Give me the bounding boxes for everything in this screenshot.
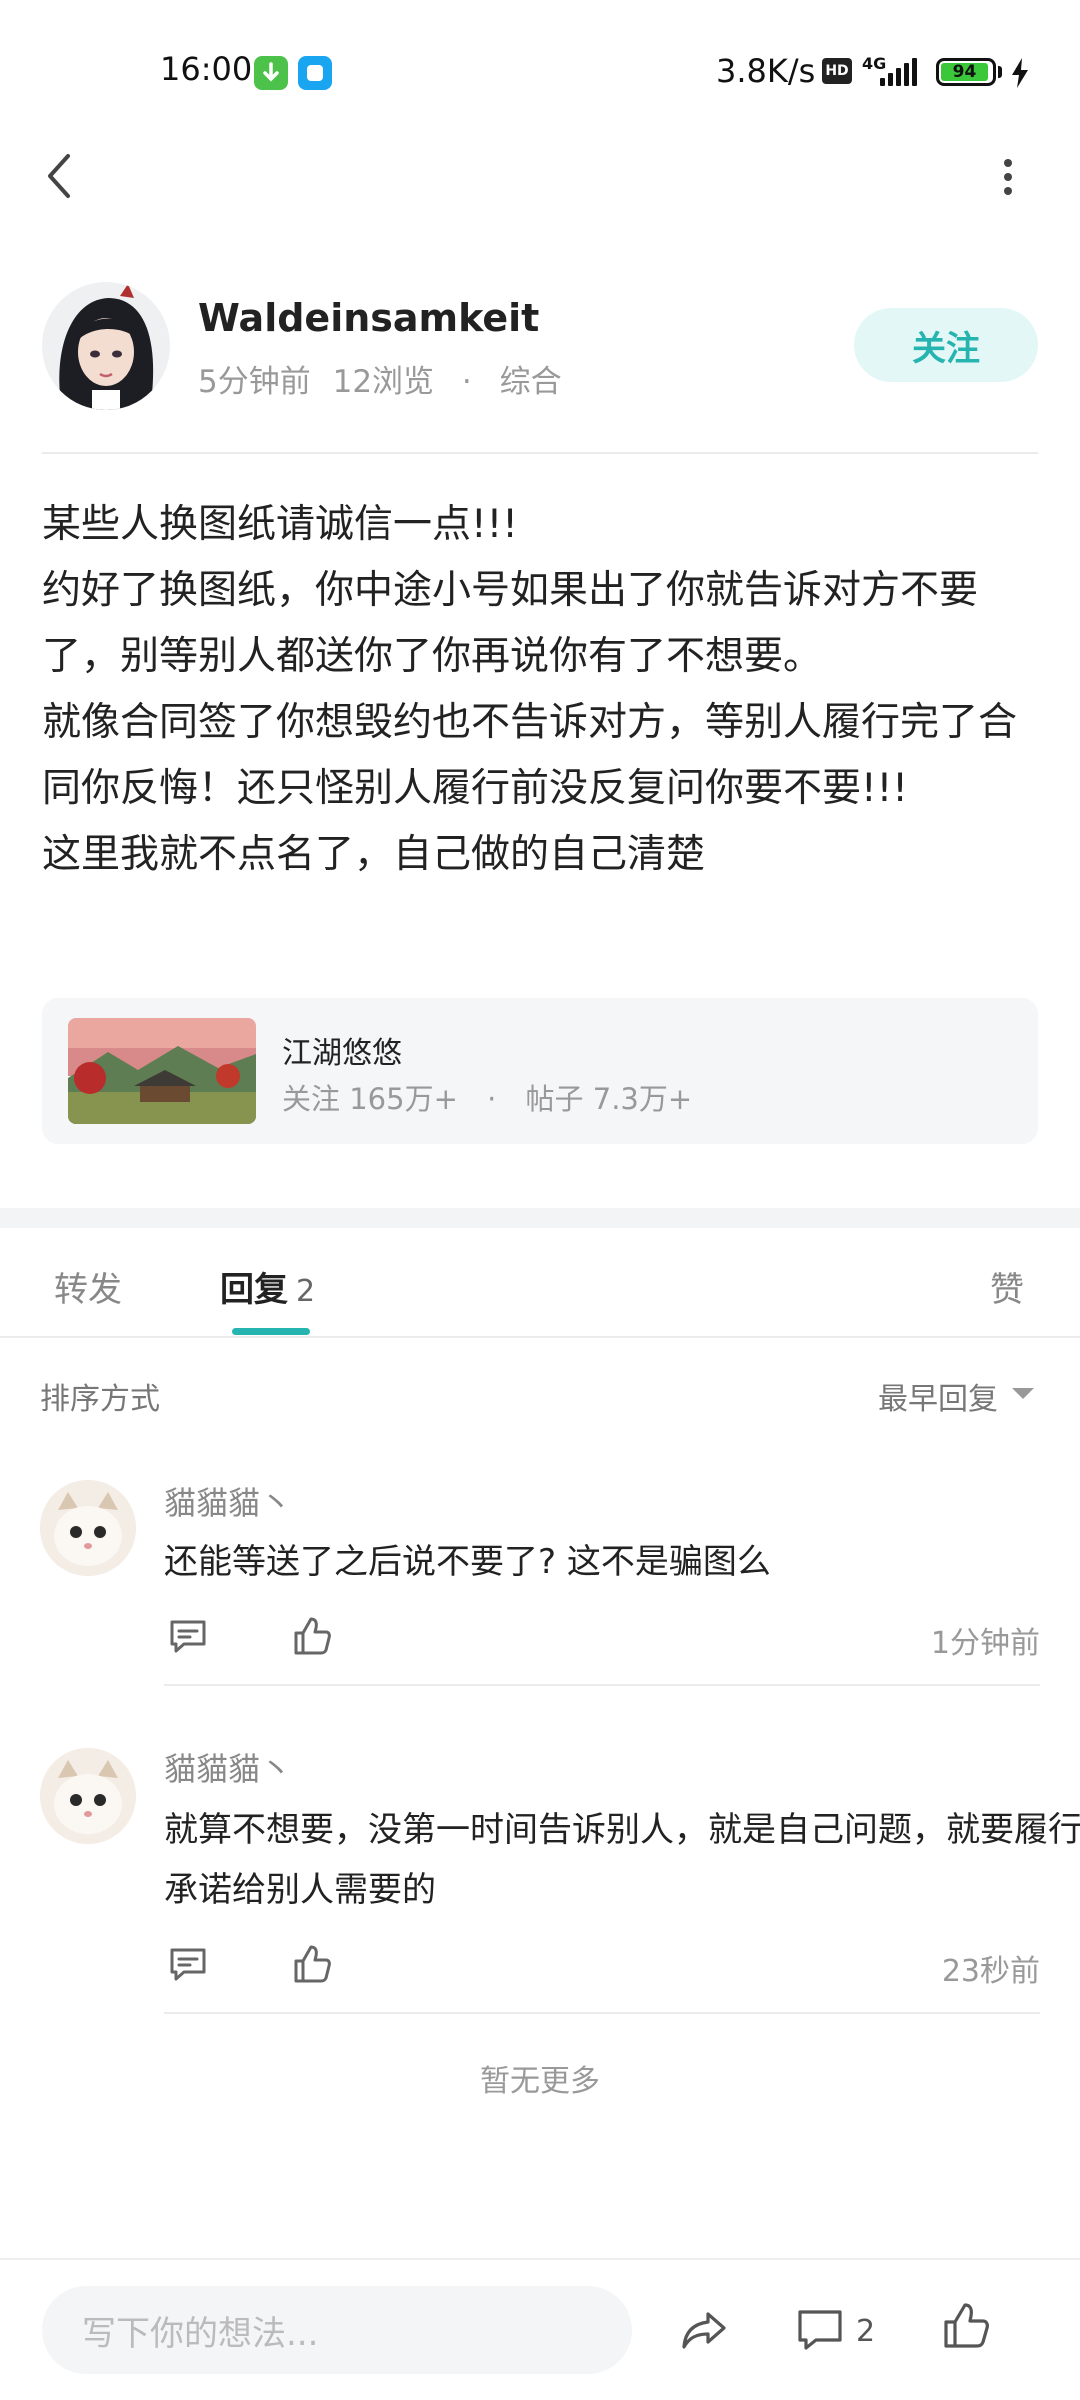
reply-icon[interactable]	[166, 1614, 210, 1658]
comment-icon[interactable]	[794, 2304, 846, 2356]
comment-time: 1分钟前	[930, 1626, 1040, 1661]
comment-count: 2	[856, 2314, 876, 2349]
battery-icon: 94	[936, 58, 996, 86]
app-notification-icon	[298, 56, 332, 90]
back-icon[interactable]	[40, 150, 80, 202]
download-notification-icon	[254, 56, 288, 90]
signal-icon	[880, 58, 917, 86]
like-icon[interactable]	[940, 2300, 992, 2352]
follow-button[interactable]: 关注	[854, 308, 1038, 382]
meta-separator: ·	[461, 364, 472, 400]
forum-stats: 关注 165万+ · 帖子 7.3万+	[282, 1076, 692, 1118]
comment-author[interactable]: 貓貓貓丶	[164, 1744, 292, 1790]
tab-forward[interactable]: 转发	[54, 1262, 122, 1311]
author-avatar[interactable]	[42, 282, 170, 410]
comment-author[interactable]: 貓貓貓丶	[164, 1478, 292, 1524]
forum-name: 江湖悠悠	[282, 1036, 402, 1071]
forum-separator: ·	[487, 1082, 497, 1116]
comment-divider	[164, 2012, 1040, 2014]
post-line: 就像合同签了你想毁约也不告诉对方，等别人履行完了合同你反悔！还只怪别人履行前没反…	[42, 700, 1018, 811]
post-line: 约好了换图纸，你中途小号如果出了你就告诉对方不要了，别等别人都送你了你再说你有了…	[42, 568, 979, 679]
battery-level: 94	[941, 62, 988, 82]
author-name[interactable]: Waldeinsamkeit	[198, 296, 539, 340]
post-meta: 5分钟前 12浏览 · 综合	[198, 356, 562, 401]
forum-thumbnail	[68, 1018, 256, 1124]
comment-text: 还能等送了之后说不要了? 这不是骗图么	[164, 1542, 771, 1582]
reply-icon[interactable]	[166, 1942, 210, 1986]
comment-input[interactable]: 写下你的想法...	[42, 2286, 632, 2374]
comment-divider	[164, 1684, 1040, 1686]
sort-dropdown[interactable]: 最早回复	[878, 1374, 998, 1418]
comment-text: 就算不想要，没第一时间告诉别人，就是自己问题，就要履行承诺给别人需要的	[164, 1810, 1080, 1910]
post-line: 某些人换图纸请诚信一点!!!	[42, 502, 518, 547]
network-speed: 3.8K/s	[716, 52, 816, 90]
view-count: 12浏览	[332, 364, 435, 400]
section-separator	[0, 1208, 1080, 1228]
share-icon[interactable]	[678, 2304, 730, 2356]
no-more-label: 暂无更多	[480, 2064, 600, 2099]
tab-active-indicator	[232, 1328, 310, 1335]
comment-avatar[interactable]	[40, 1748, 136, 1844]
post-category[interactable]: 综合	[500, 364, 562, 400]
comment-avatar[interactable]	[40, 1480, 136, 1576]
forum-posts: 帖子 7.3万+	[525, 1082, 693, 1116]
tab-reply-label: 回复	[220, 1270, 288, 1310]
post-line: 这里我就不点名了，自己做的自己清楚	[42, 832, 706, 877]
battery-tip	[998, 66, 1002, 78]
hd-badge: HD	[822, 58, 852, 84]
chevron-down-icon[interactable]	[1012, 1388, 1034, 1399]
reply-count: 2	[296, 1274, 316, 1309]
forum-card[interactable]: 江湖悠悠 关注 165万+ · 帖子 7.3万+	[42, 998, 1038, 1144]
more-options-icon[interactable]	[990, 155, 1026, 199]
author-divider	[42, 452, 1038, 454]
bottom-bar-divider	[0, 2258, 1080, 2260]
status-time: 16:00	[160, 50, 253, 88]
tab-reply[interactable]: 回复 2	[220, 1262, 315, 1311]
like-icon[interactable]	[290, 1942, 334, 1986]
comment-time: 23秒前	[941, 1954, 1040, 1989]
sort-label: 排序方式	[40, 1382, 160, 1417]
forum-followers: 关注 165万+	[282, 1082, 458, 1116]
tabs-divider	[0, 1336, 1080, 1338]
post-time: 5分钟前	[198, 364, 311, 400]
tab-like[interactable]: 赞	[990, 1262, 1024, 1311]
charging-icon	[1010, 58, 1030, 92]
post-content: 某些人换图纸请诚信一点!!! 约好了换图纸，你中途小号如果出了你就告诉对方不要了…	[42, 492, 1042, 888]
like-icon[interactable]	[290, 1614, 334, 1658]
